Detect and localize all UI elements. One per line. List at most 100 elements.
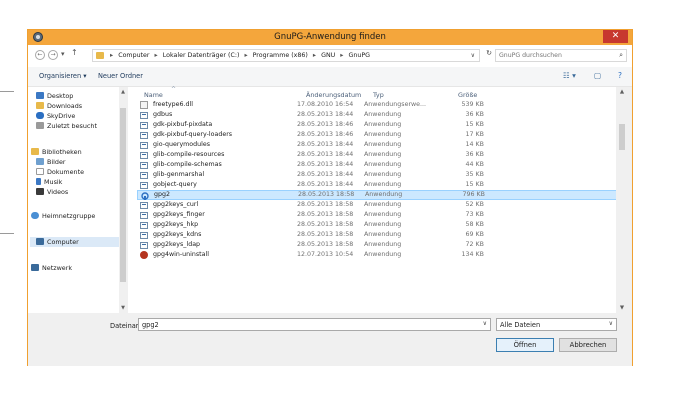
file-row[interactable]: gpg2keys_kdns 28.05.2013 18:58 Anwendung 69… xyxy=(137,230,617,240)
column-header-name[interactable]: Name xyxy=(144,91,163,99)
file-size: 52 KB xyxy=(465,201,484,208)
scroll-up-arrow-icon[interactable]: ▲ xyxy=(119,89,127,95)
search-box[interactable]: ⌕ xyxy=(495,49,627,62)
new-folder-button[interactable]: Neuer Ordner xyxy=(98,72,143,80)
file-name: glib-compile-resources xyxy=(153,151,225,158)
file-row[interactable]: gpg2keys_finger 28.05.2013 18:58 Anwendung… xyxy=(137,210,617,220)
nav-scroll-thumb[interactable] xyxy=(120,108,126,282)
file-row[interactable]: gobject-query 28.05.2013 18:44 Anwendung 15… xyxy=(137,180,617,190)
cancel-button[interactable]: Abbrechen xyxy=(559,338,617,352)
filename-combobox[interactable]: ∨ xyxy=(138,318,491,331)
nav-item-documents[interactable]: Dokumente xyxy=(36,167,84,177)
nav-item-computer[interactable]: Computer xyxy=(30,237,122,247)
nav-item-downloads[interactable]: Downloads xyxy=(36,101,82,111)
nav-item-network[interactable]: Netzwerk xyxy=(31,263,72,273)
preview-pane-icon[interactable]: ▢ xyxy=(594,71,601,80)
column-header-size[interactable]: Größe xyxy=(458,91,477,99)
help-icon[interactable]: ? xyxy=(618,71,622,80)
file-type: Anwendung xyxy=(364,171,402,178)
column-header-date[interactable]: Änderungsdatum xyxy=(306,91,361,99)
file-date: 28.05.2013 18:44 xyxy=(297,111,354,118)
breadcrumb-item[interactable]: GNU xyxy=(321,52,335,59)
file-type-filter[interactable]: Alle Dateien ∨ xyxy=(496,318,617,331)
address-dropdown-icon[interactable]: ∨ xyxy=(471,52,475,59)
file-list: ^ Name Änderungsdatum Typ Größe freetype… xyxy=(128,86,617,313)
forward-button[interactable]: → xyxy=(48,50,58,60)
nav-item-pictures[interactable]: Bilder xyxy=(36,157,66,167)
file-date: 28.05.2013 18:44 xyxy=(297,161,354,168)
file-row[interactable]: freetype6.dll 17.08.2010 16:54 Anwendungse… xyxy=(137,100,617,110)
nav-item-libraries[interactable]: Bibliotheken xyxy=(31,147,82,157)
nav-item-label: Videos xyxy=(47,188,69,196)
file-name: gdbus xyxy=(153,111,173,118)
back-button[interactable]: ← xyxy=(35,50,45,60)
file-date: 17.08.2010 16:54 xyxy=(297,101,354,108)
file-list-scroll-thumb[interactable] xyxy=(619,124,625,150)
file-name: gpg2keys_ldap xyxy=(153,241,201,248)
file-row[interactable]: gdk-pixbuf-query-loaders 28.05.2013 18:46… xyxy=(137,130,617,140)
chevron-down-icon[interactable]: ∨ xyxy=(609,320,613,327)
file-type: Anwendung xyxy=(364,241,402,248)
file-size: 58 KB xyxy=(465,221,484,228)
filename-input[interactable] xyxy=(139,319,472,330)
breadcrumb-item[interactable]: Computer xyxy=(118,52,149,59)
column-header-type[interactable]: Typ xyxy=(373,91,384,99)
file-type: Anwendung xyxy=(364,221,402,228)
skydrive-icon xyxy=(36,112,44,119)
nav-scrollbar[interactable]: ▲ ▼ xyxy=(119,87,127,313)
search-input[interactable] xyxy=(496,50,609,61)
nav-item-recent[interactable]: Zuletzt besucht xyxy=(36,121,97,131)
desktop-icon xyxy=(36,92,44,99)
breadcrumb-item[interactable]: GnuPG xyxy=(348,52,370,59)
file-row[interactable]: glib-compile-resources 28.05.2013 18:44 An… xyxy=(137,150,617,160)
chevron-down-icon[interactable]: ∨ xyxy=(483,320,487,327)
file-row[interactable]: gpg2keys_curl 28.05.2013 18:58 Anwendung 52… xyxy=(137,200,617,210)
nav-item-videos[interactable]: Videos xyxy=(36,187,68,197)
file-name: glib-genmarshal xyxy=(153,171,205,178)
file-type: Anwendung xyxy=(364,131,402,138)
file-row[interactable]: glib-compile-schemas 28.05.2013 18:44 Anwe… xyxy=(137,160,617,170)
scroll-down-arrow-icon[interactable]: ▼ xyxy=(616,305,628,311)
scroll-up-arrow-icon[interactable]: ▲ xyxy=(616,89,628,95)
file-row[interactable]: gpg4win-uninstall 12.07.2013 10:54 Anwendu… xyxy=(137,250,617,260)
nav-item-desktop[interactable]: Desktop xyxy=(36,91,73,101)
uninstall-icon xyxy=(140,251,148,259)
file-name: gpg2 xyxy=(154,191,170,198)
organize-button[interactable]: Organisieren ▾ xyxy=(39,72,87,80)
folder-icon xyxy=(96,52,104,59)
videos-icon xyxy=(36,188,44,195)
scroll-down-arrow-icon[interactable]: ▼ xyxy=(119,305,127,311)
address-bar[interactable]: ▸ Computer ▸ Lokaler Datenträger (C:) ▸ … xyxy=(92,49,480,62)
file-row[interactable]: gpg2keys_hkp 28.05.2013 18:58 Anwendung 58 … xyxy=(137,220,617,230)
gpg-key-icon xyxy=(141,192,149,200)
recent-locations-dropdown[interactable]: ▾ xyxy=(61,50,65,58)
file-list-scrollbar[interactable]: ▲ ▼ xyxy=(616,87,628,313)
nav-item-skydrive[interactable]: SkyDrive xyxy=(36,111,75,121)
up-button[interactable]: ↑ xyxy=(71,48,78,57)
file-row[interactable]: gdbus 28.05.2013 18:44 Anwendung 36 KB xyxy=(137,110,617,120)
nav-item-label: Downloads xyxy=(47,102,83,110)
file-row[interactable]: gpg2keys_ldap 28.05.2013 18:58 Anwendung 72… xyxy=(137,240,617,250)
view-options-icon[interactable]: ☷ ▾ xyxy=(563,71,576,80)
exe-icon xyxy=(140,141,148,149)
window-title: GnuPG-Anwendung finden xyxy=(274,32,386,42)
file-size: 539 KB xyxy=(461,101,484,108)
close-button[interactable]: ✕ xyxy=(603,30,628,43)
file-row[interactable]: gio-querymodules 28.05.2013 18:44 Anwendun… xyxy=(137,140,617,150)
file-name: gio-querymodules xyxy=(153,141,211,148)
open-button[interactable]: Öffnen xyxy=(496,338,554,352)
breadcrumb-item[interactable]: Lokaler Datenträger (C:) xyxy=(163,52,240,59)
nav-item-music[interactable]: Musik xyxy=(36,177,62,187)
file-row-selected[interactable]: gpg2 28.05.2013 18:58 Anwendung 796 KB xyxy=(137,190,617,200)
refresh-button[interactable]: ↻ xyxy=(482,49,496,62)
nav-item-label: Heimnetzgruppe xyxy=(42,212,96,220)
file-row[interactable]: gdk-pixbuf-pixdata 28.05.2013 18:46 Anwend… xyxy=(137,120,617,130)
file-row[interactable]: glib-genmarshal 28.05.2013 18:44 Anwendung… xyxy=(137,170,617,180)
nav-item-label: Musik xyxy=(44,178,63,186)
file-size: 796 KB xyxy=(462,191,485,198)
breadcrumb-item[interactable]: Programme (x86) xyxy=(253,52,308,59)
file-size: 44 KB xyxy=(465,161,484,168)
title-bar: GnuPG-Anwendung finden ✕ xyxy=(28,30,632,45)
file-size: 72 KB xyxy=(465,241,484,248)
nav-item-homegroup[interactable]: Heimnetzgruppe xyxy=(31,211,95,221)
